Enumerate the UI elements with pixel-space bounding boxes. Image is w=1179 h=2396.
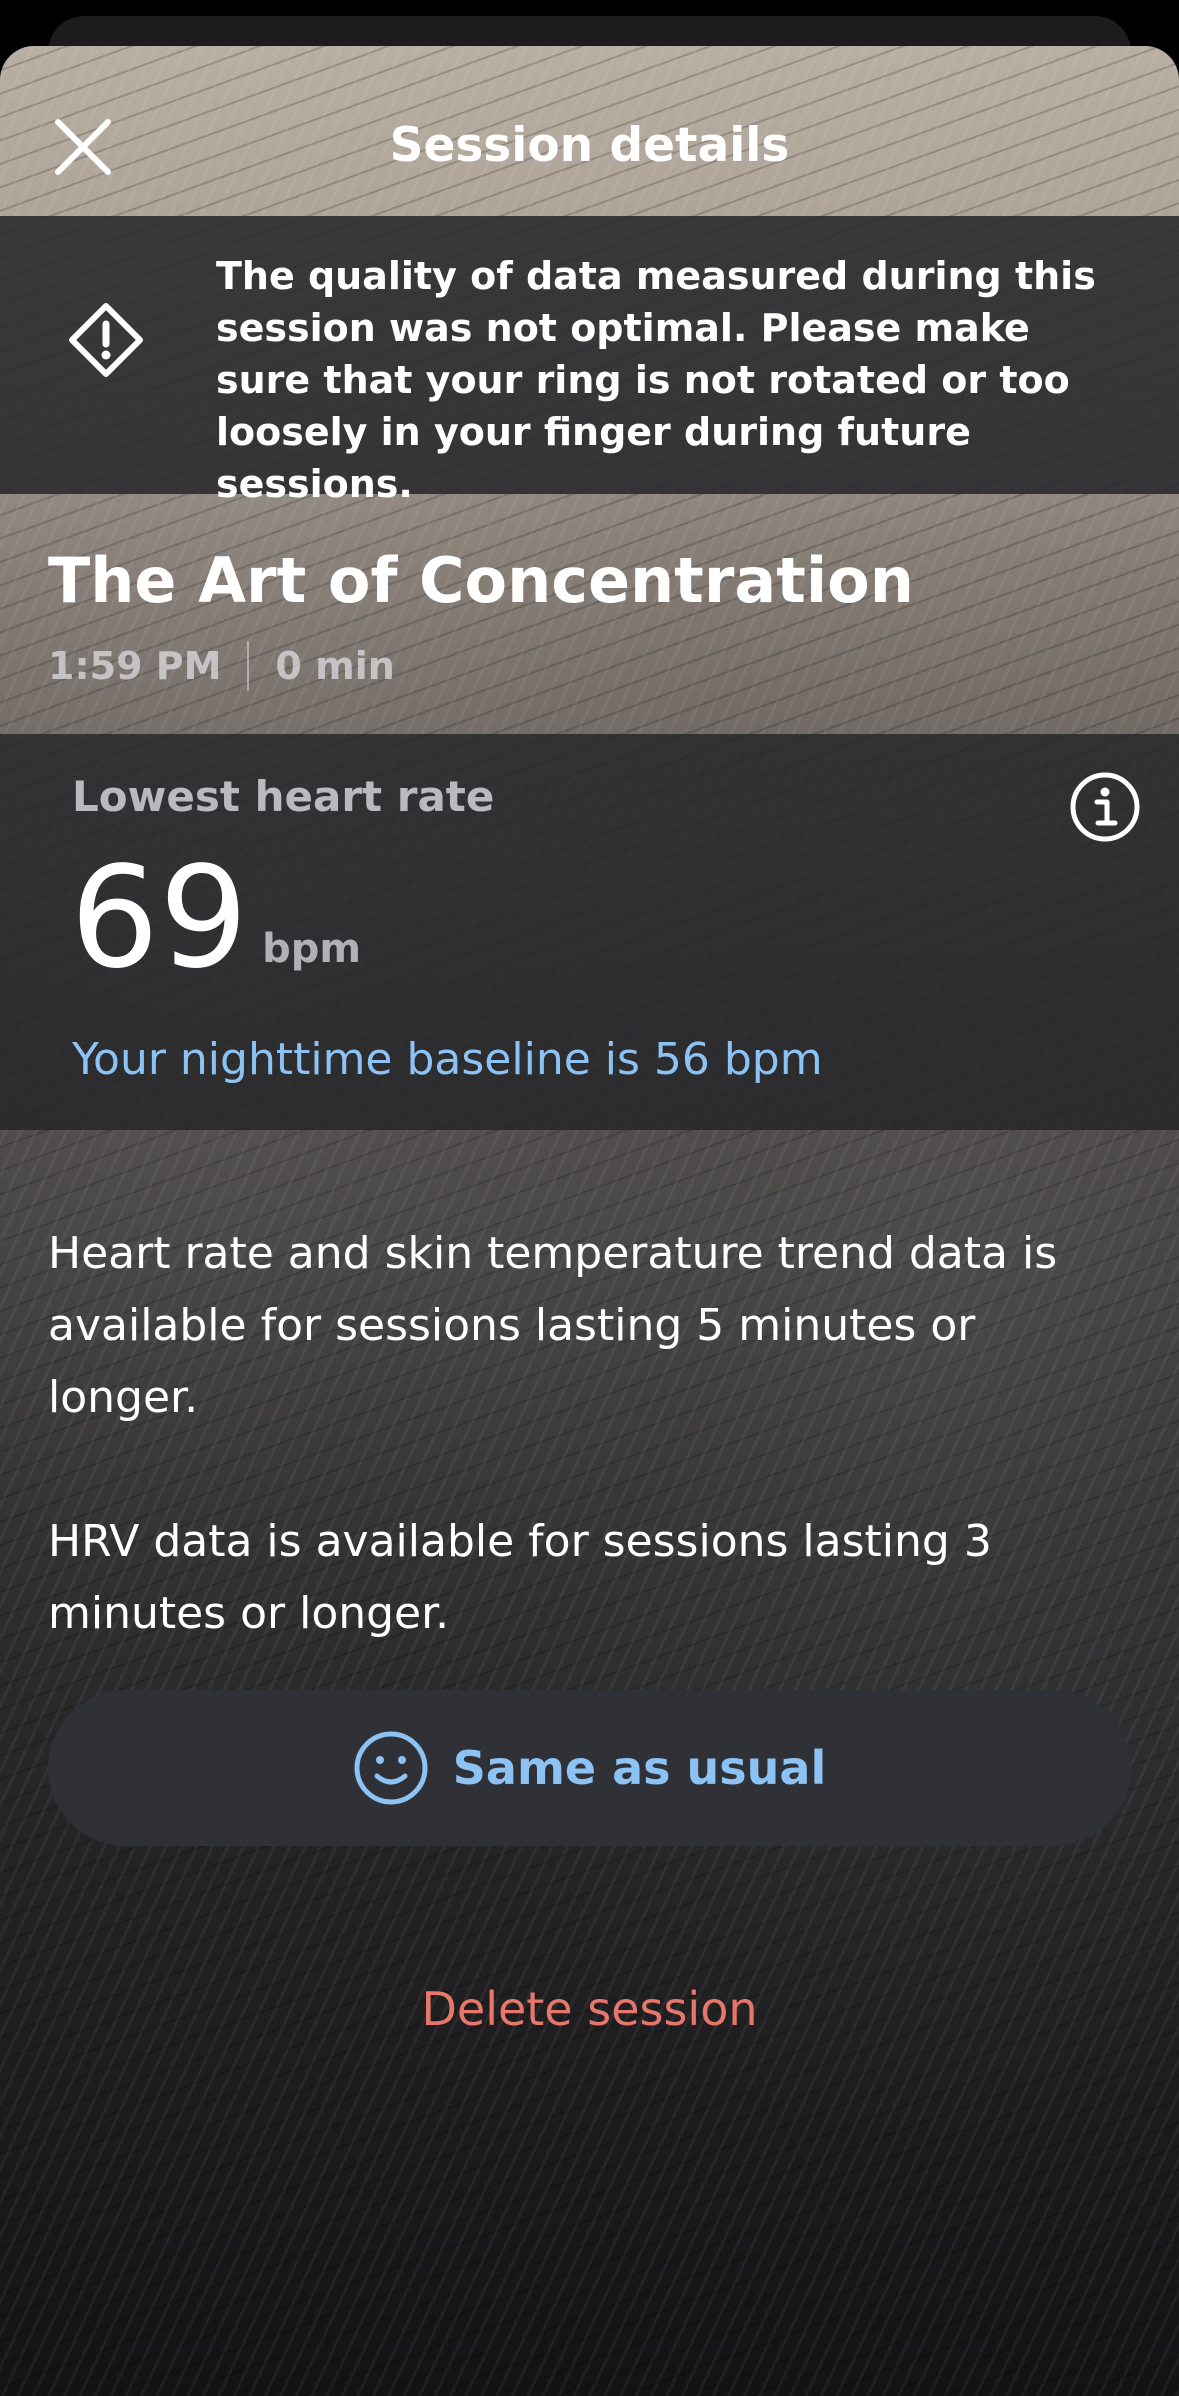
- session-meta: 1:59 PM 0 min: [48, 636, 395, 696]
- session-duration: 0 min: [275, 644, 395, 688]
- session-time: 1:59 PM: [48, 644, 222, 688]
- screen: Session details The quality of data meas…: [0, 0, 1179, 2396]
- heart-rate-value-row: 69 bpm: [70, 844, 361, 994]
- heart-rate-unit: bpm: [262, 926, 362, 972]
- heart-rate-value: 69: [70, 837, 249, 1000]
- hrv-data-note: HRV data is available for sessions lasti…: [48, 1516, 992, 1639]
- smiley-face-icon: [354, 1731, 428, 1805]
- heart-rate-label: Lowest heart rate: [72, 772, 495, 821]
- page-title: Session details: [389, 118, 790, 173]
- session-name: The Art of Concentration: [48, 544, 914, 617]
- mood-label: Same as usual: [452, 1741, 827, 1795]
- delete-session-button[interactable]: Delete session: [0, 1982, 1179, 2036]
- nighttime-baseline: Your nighttime baseline is 56 bpm: [72, 1034, 823, 1085]
- session-details-sheet: Session details The quality of data meas…: [0, 46, 1179, 2396]
- meta-divider: [247, 641, 250, 691]
- warning-message: The quality of data measured during this…: [216, 254, 1096, 506]
- warning-diamond-icon: [69, 303, 143, 377]
- lowest-heart-rate-card: Lowest heart rate 69 bpm Your nighttime …: [0, 734, 1179, 1130]
- mood-button[interactable]: Same as usual: [48, 1690, 1131, 1846]
- trend-data-note: Heart rate and skin temperature trend da…: [48, 1228, 1058, 1423]
- info-icon[interactable]: [1068, 770, 1142, 844]
- data-quality-warning: The quality of data measured during this…: [0, 216, 1179, 506]
